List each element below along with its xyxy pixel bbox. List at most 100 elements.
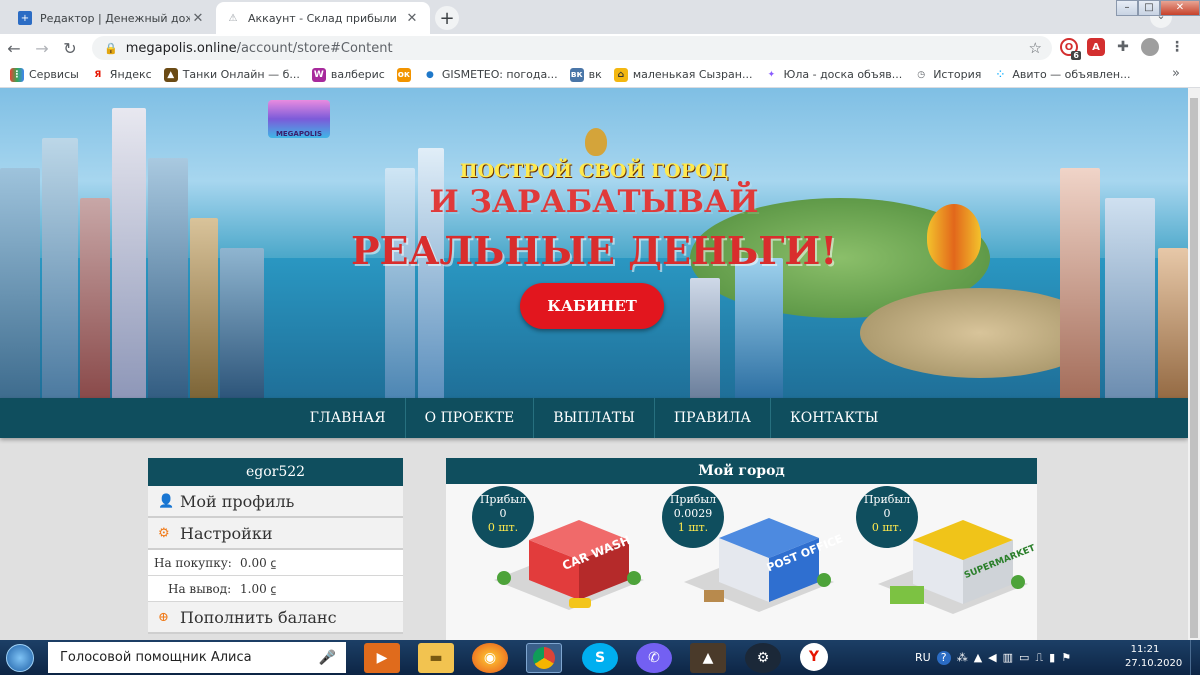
bookmark-wildberries[interactable]: Wвалберис xyxy=(311,67,385,82)
bookmark-avito[interactable]: ⁘ Авито — объявлен... xyxy=(993,68,1131,82)
topup-label: Пополнить баланс xyxy=(180,607,337,627)
skype-icon[interactable]: S xyxy=(582,643,618,673)
bookmark-gismeteo[interactable]: ● GISMETEO: погода... xyxy=(423,68,558,82)
scrollbar-thumb[interactable] xyxy=(1190,98,1198,638)
building-count: 0 шт. xyxy=(487,521,519,534)
game-icon[interactable]: ▲ xyxy=(690,643,726,673)
show-desktop-button[interactable] xyxy=(1190,640,1200,675)
nav-contacts[interactable]: КОНТАКТЫ xyxy=(771,398,897,438)
bookmarks-bar: ⋮ Сервисы Я Яндекс ▲ Танки Онлайн — б... Wв… xyxy=(0,62,1200,88)
chevron-up-icon[interactable]: ▲ xyxy=(974,651,982,664)
bookmark-yula[interactable]: ✦ Юла - доска объяв... xyxy=(764,68,903,82)
menu-icon[interactable]: ⋮ xyxy=(1168,38,1186,56)
username: egor522 xyxy=(148,458,403,486)
flag-icon[interactable]: ⚑ xyxy=(1061,651,1071,664)
building-card-supermarket[interactable]: Прибыл 0 0 шт. SUPERMARKET xyxy=(856,486,1046,640)
tank-icon: ▲ xyxy=(163,67,178,82)
topup-link[interactable]: ⊕ Пополнить баланс xyxy=(148,602,403,634)
nav-payouts[interactable]: ВЫПЛАТЫ xyxy=(534,398,655,438)
headline-money: РЕАЛЬНЫЕ ДЕНЬГИ! xyxy=(350,228,838,273)
back-icon[interactable]: ← xyxy=(0,39,28,58)
cabinet-button[interactable]: КАБИНЕТ xyxy=(520,283,664,329)
site-logo[interactable]: MEGAPOLIS xyxy=(268,100,330,138)
bookmark-tanki[interactable]: ▲ Танки Онлайн — б... xyxy=(163,67,300,82)
apps-grid-icon: ⋮ xyxy=(10,67,24,82)
close-tab-icon[interactable]: ✕ xyxy=(404,11,420,26)
close-tab-icon[interactable]: ✕ xyxy=(190,11,206,26)
ok-icon: ок xyxy=(396,67,411,82)
hot-air-balloon xyxy=(585,128,607,156)
steam-icon[interactable]: ⚙ xyxy=(745,643,781,673)
bookmark-label: вк xyxy=(588,68,602,81)
bookmark-ok[interactable]: ок xyxy=(396,67,411,82)
hero-banner: MEGAPOLIS ПОСТРОЙ СВОЙ ГОРОД И ЗАРАБАТЫВ… xyxy=(0,88,1188,398)
minimize-button[interactable]: – xyxy=(1116,0,1138,16)
skyscraper xyxy=(735,258,783,398)
nav-home[interactable]: ГЛАВНАЯ xyxy=(291,398,406,438)
nav-rules[interactable]: ПРАВИЛА xyxy=(655,398,771,438)
forward-icon[interactable]: → xyxy=(28,39,56,58)
bookmarks-more-icon[interactable]: » xyxy=(1172,66,1180,81)
tab-editor[interactable]: + Редактор | Денежный дождь!:) | ✕ xyxy=(8,2,216,34)
address-bar[interactable]: 🔒 megapolis.online/account/store#Content… xyxy=(92,36,1052,60)
profile-link[interactable]: 👤 Мой профиль xyxy=(148,486,403,518)
bookmark-label: История xyxy=(933,68,982,81)
bookmark-label: Юла - доска объяв... xyxy=(783,68,903,81)
nav-about[interactable]: О ПРОЕКТЕ xyxy=(406,398,535,438)
bookmark-syzran[interactable]: ⌂ маленькая Сызран... xyxy=(613,67,752,82)
my-city-panel: Мой город Прибыл 0 0 шт. CAR WASH Прибыл 0.… xyxy=(446,458,1038,640)
yandex-browser-icon[interactable]: Y xyxy=(800,643,828,671)
reload-icon[interactable]: ↻ xyxy=(56,39,84,58)
page-scrollbar[interactable] xyxy=(1188,88,1200,640)
browser-toolbar: ← → ↻ 🔒 megapolis.online/account/store#C… xyxy=(0,34,1200,62)
clock-time: 11:21 xyxy=(1130,644,1160,655)
settings-link[interactable]: ⚙ Настройки xyxy=(148,518,403,550)
window-controls: – □ ✕ xyxy=(1116,0,1200,16)
editor-favicon-icon: + xyxy=(18,11,32,25)
building-card-carwash[interactable]: Прибыл 0 0 шт. CAR WASH xyxy=(472,486,662,640)
file-explorer-icon[interactable]: ▬ xyxy=(418,643,454,673)
media-player-icon[interactable]: ▶ xyxy=(364,643,400,673)
help-icon[interactable]: ? xyxy=(936,650,951,665)
notification-icon[interactable]: ▭ xyxy=(1019,651,1029,664)
building-card-postoffice[interactable]: Прибыл 0.0029 1 шт. POST OFFICE xyxy=(662,486,852,640)
opera-extension-icon[interactable]: O6 xyxy=(1060,38,1081,60)
profile-avatar[interactable] xyxy=(1141,38,1159,56)
tab-account[interactable]: ⚠ Аккаунт - Склад прибыли ✕ xyxy=(216,2,430,34)
puzzle-icon[interactable]: ✚ xyxy=(1114,38,1132,56)
battery-icon[interactable]: ▮ xyxy=(1049,651,1055,664)
tray-overflow-icon[interactable]: ⁂ xyxy=(957,651,968,664)
headline-earn: И ЗАРАБАТЫВАЙ xyxy=(429,184,759,220)
network-icon[interactable]: ▥ xyxy=(1003,651,1013,664)
firefox-icon[interactable]: ◉ xyxy=(472,643,508,673)
star4-icon: ✦ xyxy=(767,69,776,80)
windows-taskbar: Голосовой помощник Алиса 🎤 ▶ ▬ ◉ S ✆ ▲ ⚙… xyxy=(0,640,1200,675)
chrome-icon[interactable] xyxy=(526,643,562,673)
taskbar-search[interactable]: Голосовой помощник Алиса 🎤 xyxy=(48,642,346,673)
lock-icon[interactable]: 🔒 xyxy=(104,42,118,55)
viber-icon[interactable]: ✆ xyxy=(636,643,672,673)
pdf-extension-icon[interactable]: A xyxy=(1087,38,1105,56)
city-icon: ⌂ xyxy=(613,67,628,82)
settings-label: Настройки xyxy=(180,523,273,543)
bookmark-vk[interactable]: вк вк xyxy=(569,67,602,82)
profit-value: 0.0029 xyxy=(673,507,713,520)
bookmark-yandex[interactable]: Я Яндекс xyxy=(91,68,151,82)
bookmark-history[interactable]: ◷ История xyxy=(914,68,981,82)
clock[interactable]: 11:21 27.10.2020 xyxy=(1125,643,1182,671)
maximize-button[interactable]: □ xyxy=(1138,0,1160,16)
new-tab-button[interactable]: + xyxy=(435,6,459,30)
page-favicon-icon: ⚠ xyxy=(228,12,238,24)
close-window-button[interactable]: ✕ xyxy=(1160,0,1200,16)
start-button[interactable] xyxy=(0,640,40,675)
language-indicator[interactable]: RU xyxy=(915,651,931,664)
bookmark-star-icon[interactable]: ☆ xyxy=(1029,39,1042,57)
building-count: 1 шт. xyxy=(677,521,709,534)
avito-icon: ⁘ xyxy=(996,69,1005,80)
withdraw-balance: На вывод: 1.00 ⃀ xyxy=(148,576,403,602)
usb-icon[interactable]: ⎍ xyxy=(1035,651,1043,665)
volume-icon[interactable]: ◀ xyxy=(988,651,996,664)
url-host: megapolis.online xyxy=(125,40,237,56)
microphone-icon[interactable]: 🎤 xyxy=(319,650,336,666)
bookmark-services[interactable]: ⋮ Сервисы xyxy=(10,67,79,82)
